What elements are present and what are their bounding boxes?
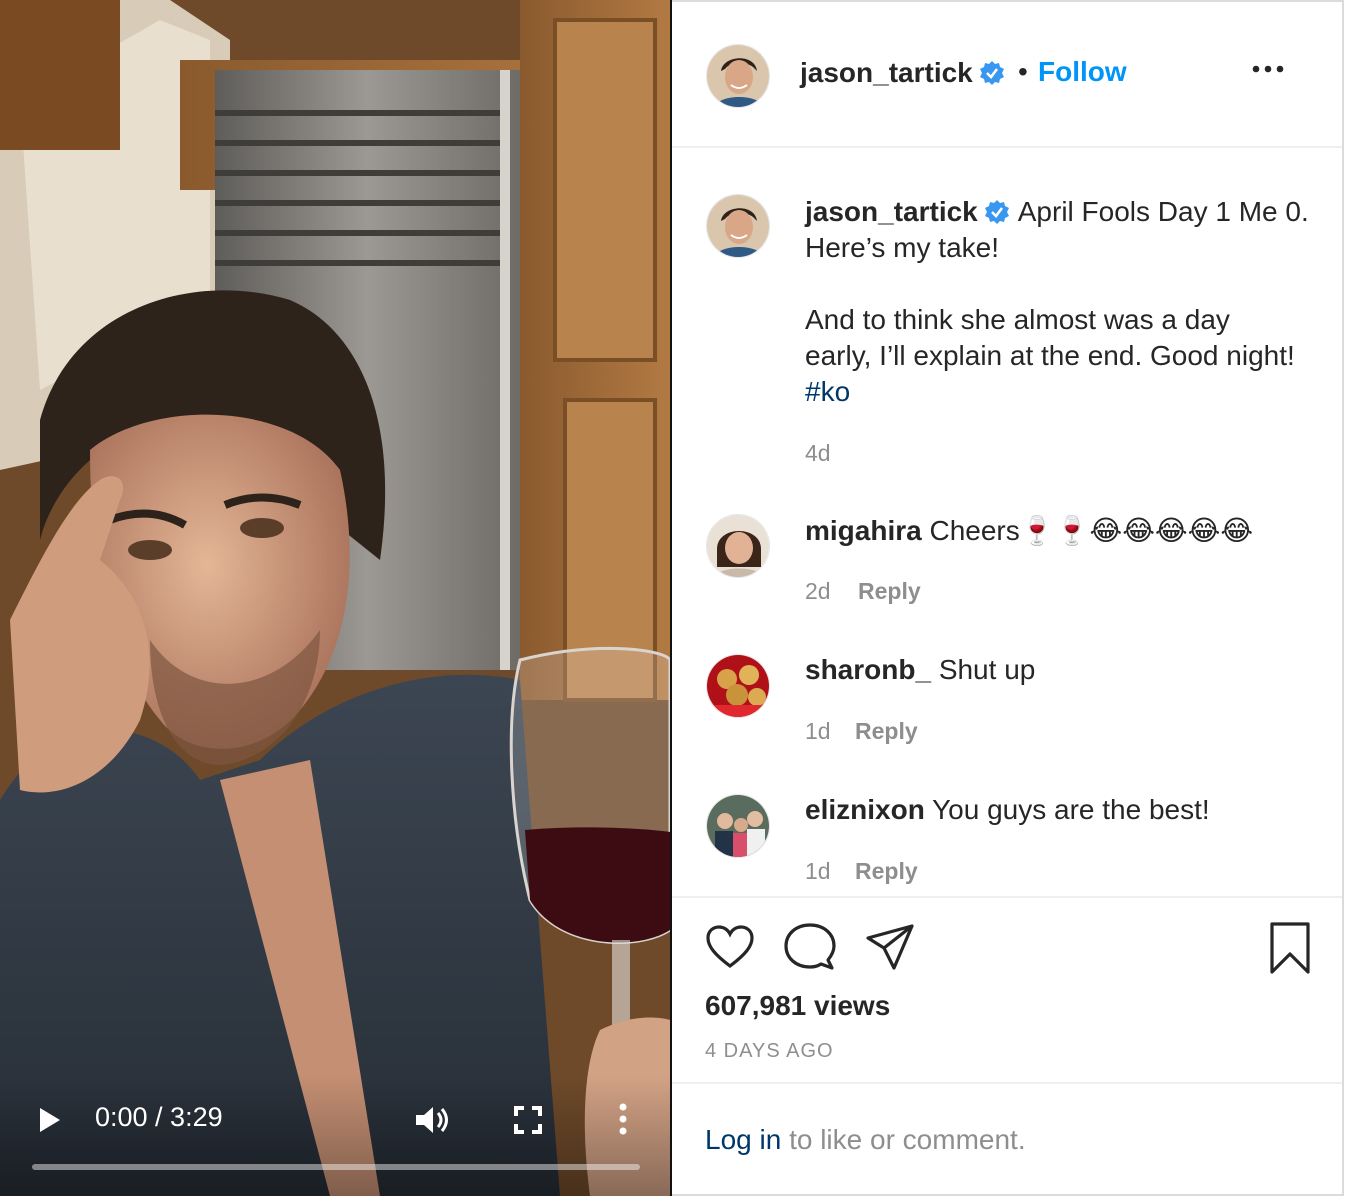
comment-timestamp[interactable]: 1d bbox=[805, 858, 831, 885]
comment-username[interactable]: eliznixon bbox=[805, 794, 925, 825]
author-username[interactable]: jason_tartick bbox=[800, 57, 1005, 89]
verified-badge-icon bbox=[984, 200, 1009, 224]
commenter-avatar[interactable] bbox=[706, 654, 770, 718]
video-time: 0:00 / 3:29 bbox=[95, 1102, 223, 1132]
comment-body: You guys are the best! bbox=[932, 794, 1210, 825]
comment-body: Shut up bbox=[938, 654, 1036, 685]
header-separator: • bbox=[1018, 56, 1028, 87]
play-icon[interactable] bbox=[38, 1106, 62, 1134]
reply-button[interactable]: Reply bbox=[855, 858, 918, 885]
comment-text: sharonb_ Shut up bbox=[805, 654, 1035, 686]
post-modal: 0:00 / 3:29 jason_tartick • Follow jason… bbox=[0, 0, 1346, 1200]
comment-text: eliznixon You guys are the best! bbox=[805, 794, 1210, 826]
video-progress-bar[interactable] bbox=[32, 1164, 640, 1170]
fullscreen-icon[interactable] bbox=[514, 1106, 542, 1134]
post-caption: jason_tartick April Fools Day 1 Me 0. He… bbox=[805, 194, 1325, 410]
comment-timestamp[interactable]: 1d bbox=[805, 718, 831, 745]
comment-timestamp[interactable]: 2d bbox=[805, 578, 831, 605]
caption-timestamp[interactable]: 4d bbox=[805, 440, 831, 467]
comment-body: Cheers🍷🍷😂😂😂😂😂 bbox=[929, 515, 1254, 546]
reply-button[interactable]: Reply bbox=[855, 718, 918, 745]
view-count[interactable]: 607,981 views bbox=[705, 990, 890, 1022]
post-header: jason_tartick • Follow bbox=[672, 2, 1342, 148]
caption-hashtag[interactable]: #ko bbox=[805, 376, 850, 407]
caption-author-avatar[interactable] bbox=[706, 194, 770, 258]
caption-line-3: And to think she almost was a day bbox=[805, 304, 1230, 335]
volume-icon[interactable] bbox=[414, 1104, 450, 1136]
caption-line-2: Here’s my take! bbox=[805, 232, 999, 263]
follow-button[interactable]: Follow bbox=[1038, 56, 1127, 88]
video-frame bbox=[0, 0, 670, 1196]
video-player[interactable]: 0:00 / 3:29 bbox=[0, 0, 672, 1196]
heart-icon[interactable] bbox=[704, 922, 756, 974]
login-prompt: Log in to like or comment. bbox=[705, 1124, 1026, 1156]
share-icon[interactable] bbox=[864, 922, 916, 974]
post-details-panel: jason_tartick • Follow jason_tartick Apr… bbox=[672, 0, 1344, 1196]
commenter-avatar[interactable] bbox=[706, 794, 770, 858]
commenter-avatar[interactable] bbox=[706, 514, 770, 578]
post-actions: 607,981 views 4 DAYS AGO bbox=[672, 896, 1342, 1084]
comment-username[interactable]: migahira bbox=[805, 515, 922, 546]
video-controls: 0:00 / 3:29 bbox=[0, 1076, 670, 1196]
comment-username[interactable]: sharonb_ bbox=[805, 654, 931, 685]
login-link[interactable]: Log in bbox=[705, 1124, 781, 1155]
author-avatar[interactable] bbox=[706, 44, 770, 108]
caption-username[interactable]: jason_tartick bbox=[805, 196, 978, 227]
reply-button[interactable]: Reply bbox=[858, 578, 921, 605]
comment-text: migahira Cheers🍷🍷😂😂😂😂😂 bbox=[805, 514, 1253, 547]
caption-line-1: April Fools Day 1 Me 0. bbox=[1017, 196, 1309, 227]
post-date[interactable]: 4 DAYS AGO bbox=[705, 1040, 834, 1063]
login-prompt-text: to like or comment. bbox=[781, 1124, 1026, 1155]
comments-list[interactable]: jason_tartick April Fools Day 1 Me 0. He… bbox=[672, 150, 1342, 896]
more-options-icon[interactable] bbox=[616, 1102, 630, 1136]
more-options-icon[interactable] bbox=[1252, 64, 1284, 74]
comment-icon[interactable] bbox=[784, 922, 836, 974]
bookmark-icon[interactable] bbox=[1264, 922, 1316, 974]
caption-line-4: early, I’ll explain at the end. Good nig… bbox=[805, 340, 1295, 371]
verified-badge-icon bbox=[979, 61, 1004, 85]
